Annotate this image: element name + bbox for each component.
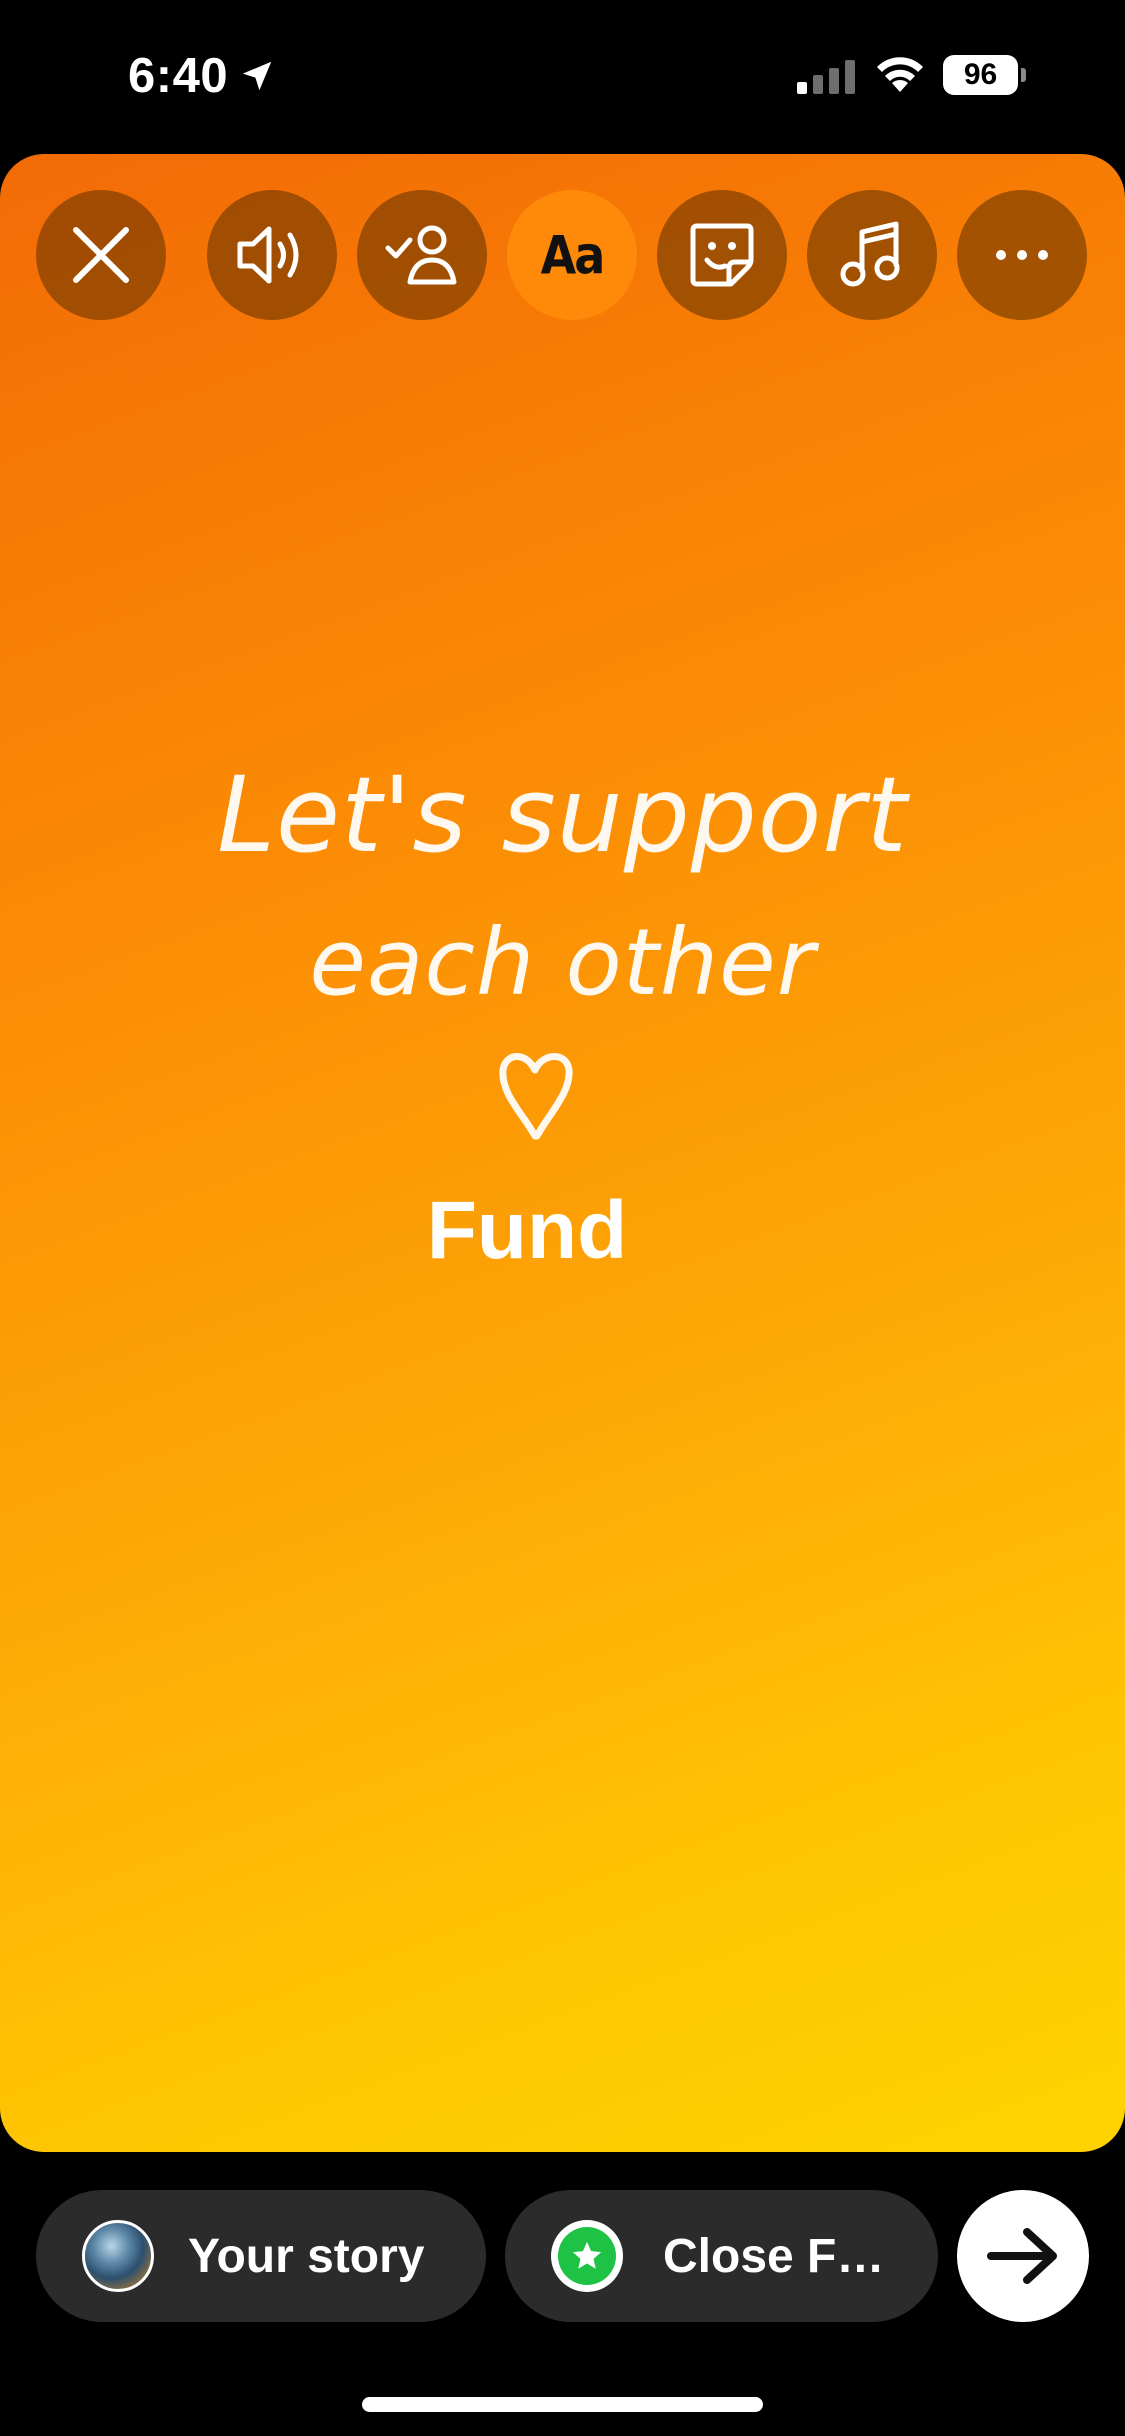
story-text-line-1[interactable]: Let's support <box>0 754 1125 876</box>
battery-indicator: 96 <box>943 55 1026 95</box>
status-time-text: 6:40 <box>128 49 229 103</box>
your-story-label: Your story <box>188 2229 425 2283</box>
cellular-signal-icon <box>797 60 855 94</box>
home-indicator[interactable] <box>362 2397 763 2412</box>
text-tool-label: Aa <box>540 223 606 287</box>
avatar <box>82 2220 154 2292</box>
tag-people-icon <box>385 225 457 285</box>
music-note-icon <box>840 221 900 287</box>
wifi-icon <box>877 57 923 92</box>
close-friends-button[interactable]: Close F… <box>505 2190 938 2322</box>
sound-button[interactable] <box>207 190 337 320</box>
fund-sticker[interactable]: Fund <box>412 1184 642 1278</box>
arrow-right-icon <box>987 2228 1057 2284</box>
speaker-icon <box>237 226 299 284</box>
close-friends-label: Close F… <box>663 2229 885 2283</box>
sticker-button[interactable] <box>657 190 787 320</box>
more-options-button[interactable] <box>957 190 1087 320</box>
story-text-line-2[interactable]: each other <box>0 909 1125 1016</box>
story-editor-screen: 6:40 96 Aa Let's support each other Fund… <box>0 0 1125 2436</box>
star-icon <box>572 2241 602 2269</box>
sticker-icon <box>690 223 754 287</box>
tag-people-button[interactable] <box>357 190 487 320</box>
close-friends-badge <box>551 2220 623 2292</box>
close-button[interactable] <box>36 190 166 320</box>
story-canvas[interactable]: Aa Let's support each other Fund <box>0 154 1125 2152</box>
status-time: 6:40 <box>128 44 276 108</box>
more-icon <box>996 250 1048 260</box>
music-button[interactable] <box>807 190 937 320</box>
text-tool-button[interactable]: Aa <box>507 190 637 320</box>
battery-level: 96 <box>943 55 1018 95</box>
battery-cap <box>1021 68 1026 82</box>
your-story-button[interactable]: Your story <box>36 2190 486 2322</box>
heart-icon[interactable] <box>495 1044 577 1144</box>
close-icon <box>73 227 129 283</box>
next-button[interactable] <box>957 2190 1089 2322</box>
location-arrow-icon <box>242 61 272 91</box>
